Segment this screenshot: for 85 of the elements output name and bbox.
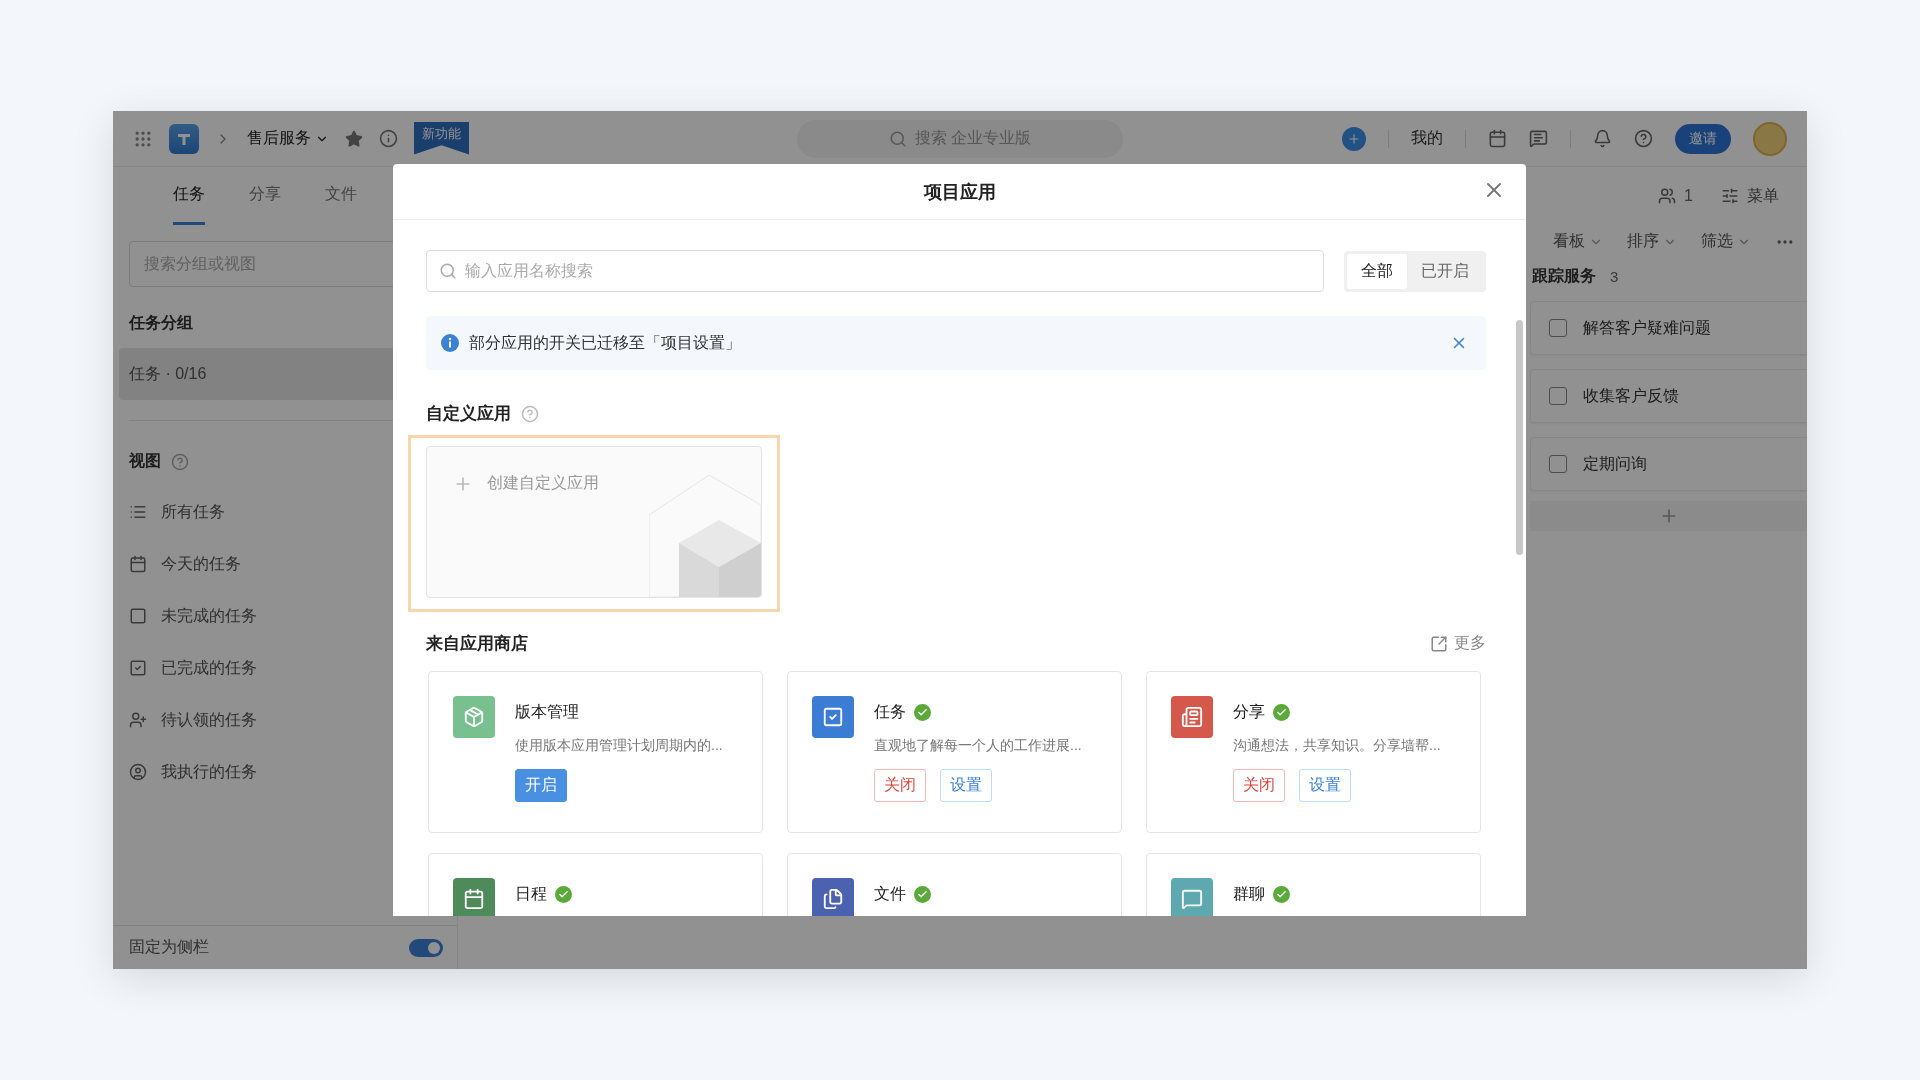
checkbox-icon <box>129 607 147 625</box>
board-option[interactable]: 看板 <box>1553 231 1603 252</box>
section-title: 来自应用商店 <box>426 633 528 655</box>
app-name: 分享 <box>1233 702 1265 722</box>
calendar-icon[interactable] <box>1488 129 1507 148</box>
app-description: 使用版本应用管理计划周期内的... <box>515 737 723 755</box>
bell-icon[interactable] <box>1593 129 1612 148</box>
board-option[interactable]: 排序 <box>1627 231 1677 252</box>
app-action-button[interactable]: 设置 <box>940 769 992 802</box>
app-action-button[interactable]: 关闭 <box>1233 769 1285 802</box>
checked-box-icon <box>129 659 147 677</box>
user-circle-icon <box>129 763 147 781</box>
user-plus-icon <box>129 711 147 729</box>
task-checkbox[interactable] <box>1549 319 1567 337</box>
package-icon <box>463 706 485 728</box>
project-switcher[interactable]: 售后服务 <box>247 128 329 149</box>
view-item[interactable]: 我执行的任务 <box>161 761 257 783</box>
view-item[interactable]: 所有任务 <box>161 501 225 523</box>
app-action-button[interactable]: 设置 <box>1299 769 1351 802</box>
search-icon <box>888 129 907 148</box>
create-app-label: 创建自定义应用 <box>487 473 599 493</box>
calendar-icon <box>463 888 485 910</box>
app-description: 沟通想法，共享知识。分享墙帮... <box>1233 737 1441 755</box>
menu-link[interactable]: 菜单 <box>1747 185 1779 207</box>
task-checkbox[interactable] <box>1549 387 1567 405</box>
section-title: 任务分组 <box>129 313 193 333</box>
app-action-button[interactable]: 关闭 <box>874 769 926 802</box>
add-button[interactable] <box>1342 126 1366 151</box>
members-icon[interactable] <box>1658 187 1677 205</box>
app-description: 直观地了解每一个人的工作进展... <box>874 737 1082 755</box>
board-option[interactable]: 筛选 <box>1701 231 1751 252</box>
avatar[interactable] <box>1753 121 1787 156</box>
info-icon[interactable] <box>379 129 398 148</box>
column-title: 跟踪服务 <box>1532 266 1596 286</box>
more-link[interactable]: 更多 <box>1430 633 1486 654</box>
newspaper-icon <box>1181 706 1203 728</box>
help-icon[interactable] <box>1634 129 1653 148</box>
star-icon[interactable] <box>345 129 363 148</box>
app-action-button[interactable]: 开启 <box>515 769 567 802</box>
filter-tab[interactable]: 已开启 <box>1407 253 1483 289</box>
view-item[interactable]: 已完成的任务 <box>161 657 257 679</box>
view-item[interactable]: 今天的任务 <box>161 553 241 575</box>
app-name: 任务 <box>874 702 906 722</box>
list-icon <box>129 503 147 521</box>
pin-toggle[interactable] <box>409 938 443 957</box>
create-app-card[interactable]: 创建自定义应用 <box>426 446 762 598</box>
tab[interactable]: 分享 <box>249 167 281 225</box>
external-link-icon <box>1430 634 1448 653</box>
section-title: 自定义应用 <box>426 403 511 425</box>
app-name: 文件 <box>874 884 906 904</box>
filter-tab[interactable]: 全部 <box>1347 253 1407 289</box>
app-name: 群聊 <box>1233 884 1265 904</box>
help-icon[interactable] <box>171 452 189 471</box>
section-title: 视图 <box>129 451 161 471</box>
message-icon[interactable] <box>1529 129 1548 148</box>
plus-icon <box>1347 131 1361 146</box>
mine-link[interactable]: 我的 <box>1411 128 1443 149</box>
chat-icon <box>1181 888 1203 910</box>
tab[interactable]: 任务 <box>173 167 205 225</box>
scrollbar[interactable] <box>1516 320 1523 555</box>
files-icon <box>822 888 844 910</box>
info-icon <box>441 334 459 352</box>
search-icon <box>439 262 457 280</box>
view-item[interactable]: 待认领的任务 <box>161 709 257 731</box>
invite-button[interactable]: 邀请 <box>1675 123 1731 154</box>
task-card[interactable]: 收集客户反馈 <box>1530 369 1807 423</box>
search-field[interactable]: 输入应用名称搜索 <box>426 250 1324 292</box>
sliders-icon[interactable] <box>1721 187 1739 205</box>
member-count[interactable]: 1 <box>1684 187 1693 205</box>
calendar-icon <box>129 555 147 573</box>
task-checkbox[interactable] <box>1549 455 1567 473</box>
logo-icon[interactable] <box>169 123 199 154</box>
view-item[interactable]: 未完成的任务 <box>161 605 257 627</box>
dialog-title: 项目应用 <box>923 180 996 204</box>
notice-text: 部分应用的开关已迁移至「项目设置」 <box>469 332 742 353</box>
help-icon[interactable] <box>521 404 539 423</box>
task-card[interactable]: 定期问询 <box>1530 437 1807 491</box>
app-name: 日程 <box>515 884 547 904</box>
column-count: 3 <box>1610 268 1619 285</box>
new-feature-badge[interactable]: 新功能 <box>414 121 469 155</box>
checked-box-icon <box>822 706 844 728</box>
app-name: 版本管理 <box>515 702 579 722</box>
task-card[interactable]: 解答客户疑难问题 <box>1530 301 1807 355</box>
tab[interactable]: 文件 <box>325 167 357 225</box>
pin-label: 固定为侧栏 <box>129 937 209 957</box>
